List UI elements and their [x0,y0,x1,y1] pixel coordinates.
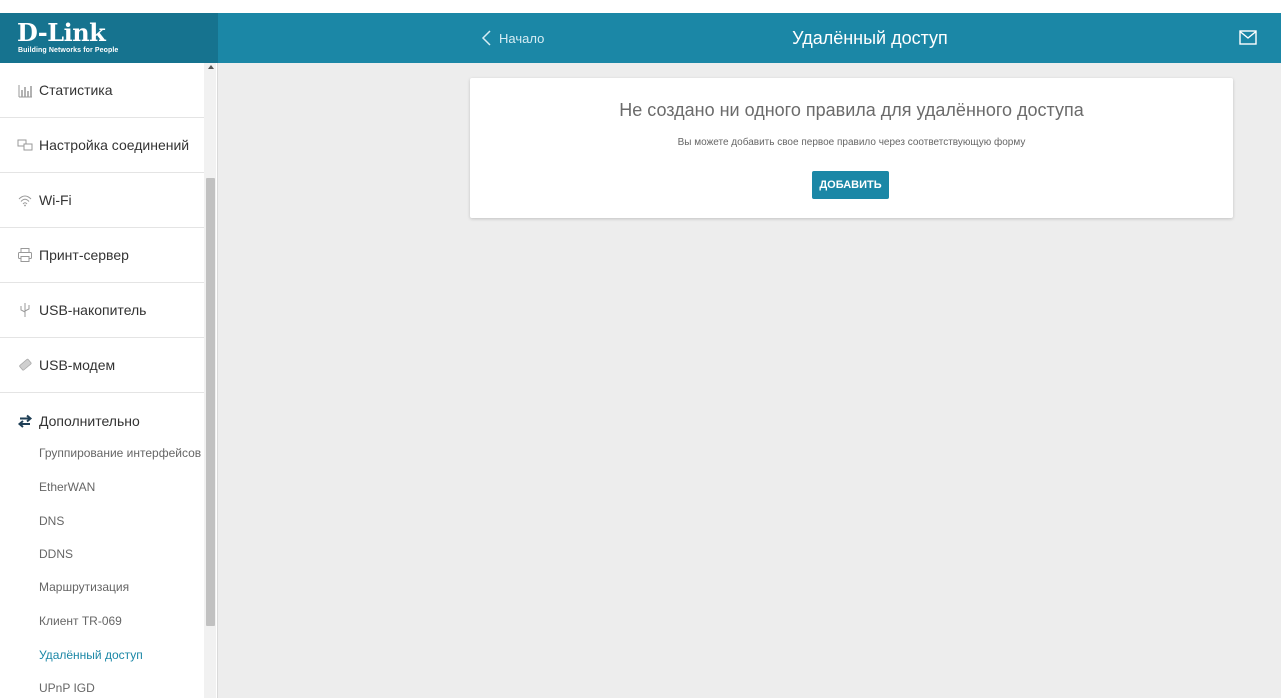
back-label: Начало [499,30,545,46]
sidebar: Статистика Настройка соединений Wi-Fi Пр… [0,63,218,698]
sidebar-item-label: USB-модем [39,357,116,373]
sidebar-subitem-dns[interactable]: DNS [39,514,64,528]
sidebar-item-usb-storage[interactable]: USB-накопитель [0,283,204,338]
logo-tagline: Building Networks for People [18,47,119,54]
sidebar-subitem-ddns[interactable]: DDNS [39,547,73,561]
sidebar-item-label: Статистика [39,82,113,98]
top-strip [0,0,1281,13]
sidebar-subitem-routing[interactable]: Маршрутизация [39,580,129,594]
sidebar-subitem-upnp-igd[interactable]: UPnP IGD [39,681,95,695]
sidebar-item-connections[interactable]: Настройка соединений [0,118,204,173]
printer-icon [18,248,32,262]
sidebar-item-label: USB-накопитель [39,302,147,318]
sidebar-subitem-etherwan[interactable]: EtherWAN [39,480,95,494]
add-button[interactable]: ДОБАВИТЬ [812,171,889,199]
connections-icon [17,139,33,151]
sidebar-item-label: Wi-Fi [39,192,72,208]
usb-modem-icon [19,358,32,371]
sidebar-subitem-interface-grouping[interactable]: Группирование интерфейсов [39,446,201,460]
envelope-icon[interactable] [1239,30,1257,45]
header-bar: D-Link Building Networks for People Нача… [0,13,1281,63]
bar-chart-icon [18,85,32,98]
swap-arrows-icon [17,414,33,428]
empty-state-title: Не создано ни одного правила для удалённ… [619,100,1084,120]
logo-text: D-Link [17,18,106,47]
sidebar-item-label: Принт-сервер [39,247,129,263]
dlink-logo[interactable]: D-Link Building Networks for People [0,13,218,63]
sidebar-subitem-tr069[interactable]: Клиент TR-069 [39,614,122,628]
sidebar-item-print-server[interactable]: Принт-сервер [0,228,204,283]
sidebar-item-advanced[interactable]: Дополнительно [0,393,204,448]
scroll-up-arrow-icon[interactable] [208,65,214,69]
empty-rules-card: Не создано ни одного правила для удалённ… [470,78,1233,218]
sidebar-item-label: Дополнительно [39,412,140,429]
sidebar-item-usb-modem[interactable]: USB-модем [0,338,204,393]
empty-state-description: Вы можете добавить свое первое правило ч… [677,137,1026,148]
sidebar-subitem-remote-access[interactable]: Удалённый доступ [39,648,143,662]
sidebar-scrollbar[interactable] [204,63,216,698]
sidebar-item-label: Настройка соединений [39,137,190,153]
scrollbar-thumb[interactable] [206,178,215,626]
back-button[interactable]: Начало [480,13,544,63]
page-title: Удалённый доступ [792,28,948,48]
sidebar-item-wifi[interactable]: Wi-Fi [0,173,204,228]
usb-icon [20,303,30,317]
chevron-left-icon [481,30,491,46]
wifi-icon [18,195,32,207]
sidebar-item-statistics[interactable]: Статистика [0,63,204,118]
